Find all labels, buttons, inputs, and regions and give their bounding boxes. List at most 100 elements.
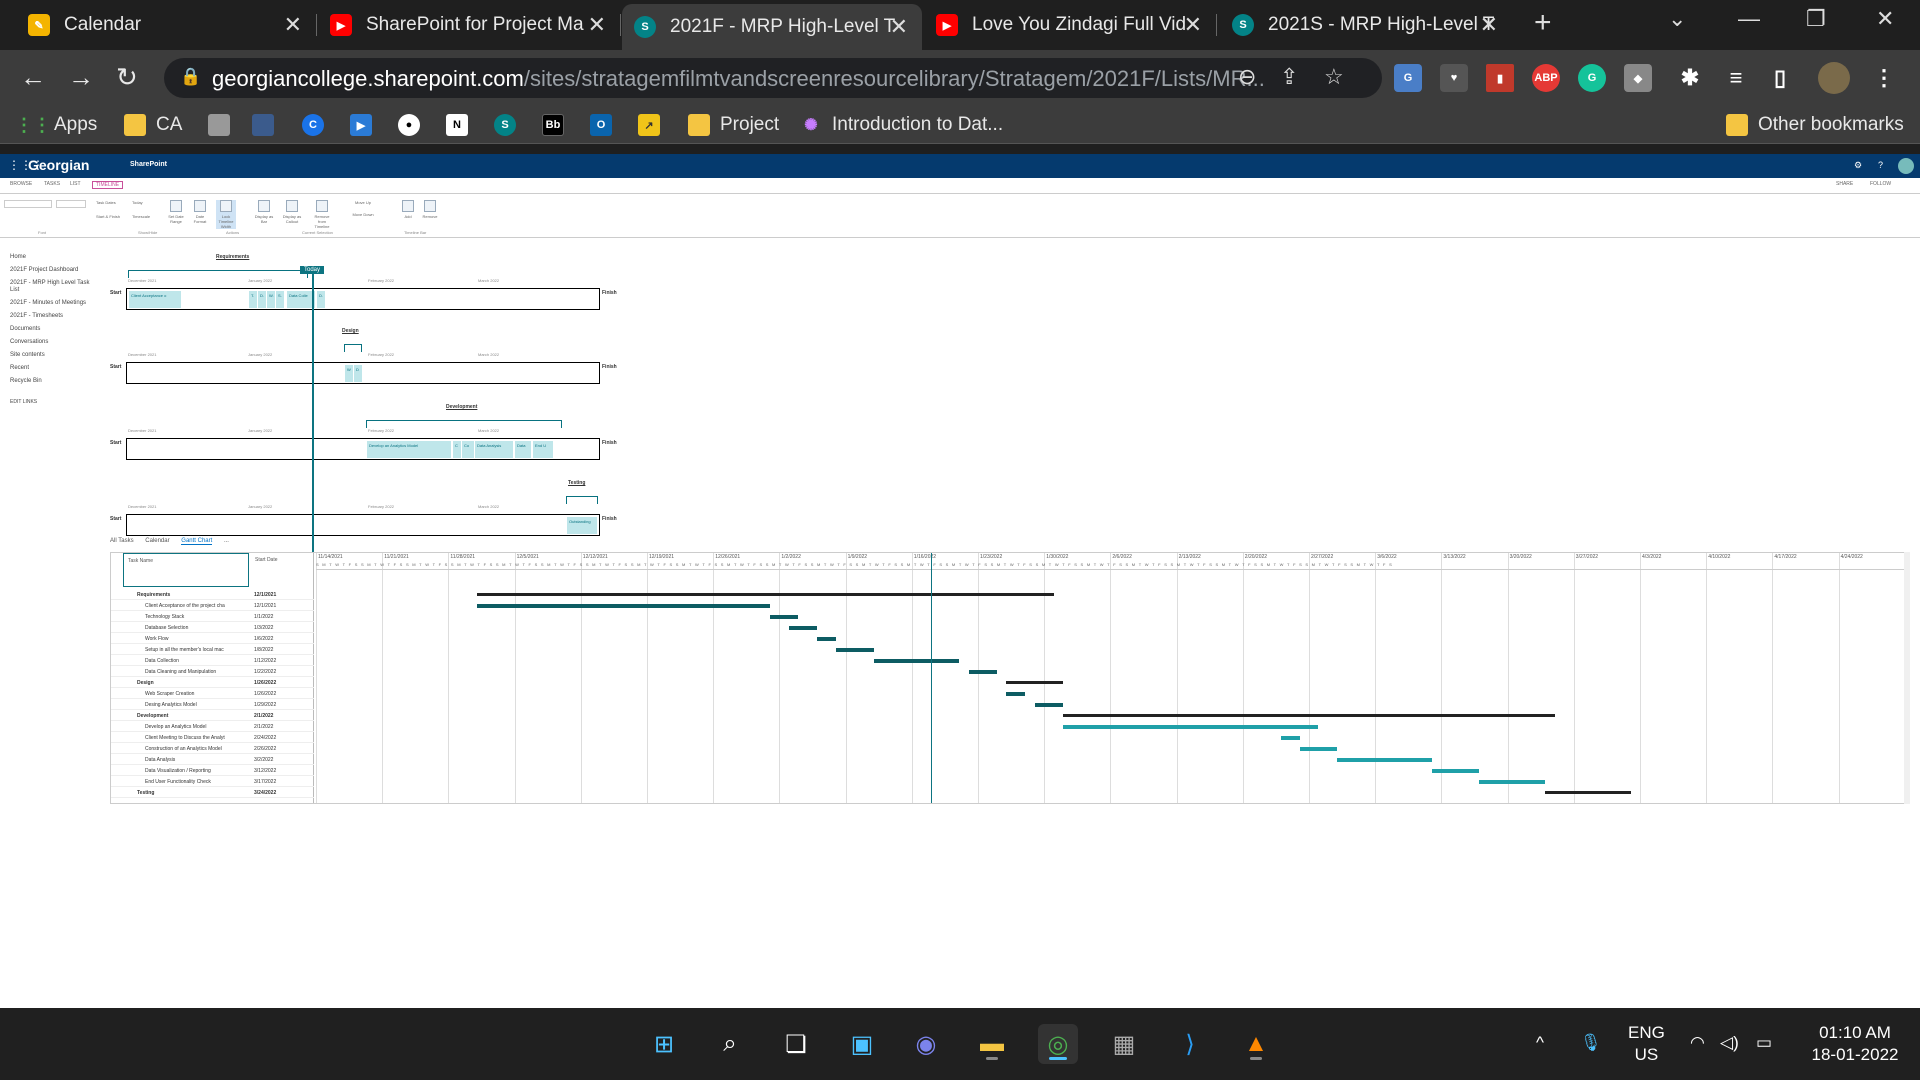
table-row[interactable]: Web Scraper Creation 1/26/2022 <box>111 688 314 699</box>
chat-icon[interactable]: ◉ <box>906 1024 946 1064</box>
nav-recent[interactable]: Recent <box>10 365 96 372</box>
bookmark-other[interactable]: Other bookmarks <box>1726 114 1904 136</box>
table-row[interactable]: Data Cleaning and Manipulation 1/22/2022 <box>111 666 314 677</box>
help-icon[interactable]: ? <box>1878 160 1883 170</box>
gantt-bar[interactable] <box>769 615 799 619</box>
view-calendar[interactable]: Calendar <box>145 538 169 544</box>
view-all-tasks[interactable]: All Tasks <box>110 538 134 544</box>
back-button[interactable]: ← <box>20 62 46 93</box>
wifi-icon[interactable]: ◠ <box>1690 1032 1705 1054</box>
timeline-block[interactable]: W <box>345 365 353 382</box>
battery-icon[interactable]: ▭ <box>1756 1032 1772 1054</box>
table-row[interactable]: Client Acceptance of the project cha 12/1… <box>111 600 314 611</box>
set-date-range-button[interactable]: Set Date Range <box>166 200 186 224</box>
remove-from-timeline-button[interactable]: Remove from Timeline <box>312 200 332 229</box>
close-icon[interactable]: ✕ <box>1480 12 1498 38</box>
edit-links[interactable]: EDIT LINKS <box>10 399 96 406</box>
follow-link[interactable]: FOLLOW <box>1870 181 1891 187</box>
bookmark-notebook[interactable] <box>208 114 240 136</box>
table-row[interactable]: Data Analysis 3/2/2022 <box>111 754 314 765</box>
display-as-callout-button[interactable]: Display as Callout <box>282 200 302 224</box>
close-icon[interactable]: ✕ <box>890 14 908 40</box>
lock-timeline-width-button[interactable]: Lock Timeline Width <box>216 200 236 229</box>
table-row[interactable]: Work Flow 1/6/2022 <box>111 633 314 644</box>
menu-icon[interactable]: ⋮ <box>1870 64 1898 92</box>
language-indicator[interactable]: ENG US <box>1628 1022 1665 1066</box>
table-row[interactable]: Data Collection 1/12/2022 <box>111 655 314 666</box>
bookmark-video[interactable]: ▶ <box>350 114 382 136</box>
gantt-bar[interactable] <box>1063 714 1555 717</box>
adblock-icon[interactable]: ABP <box>1532 64 1560 92</box>
translate-icon[interactable]: G <box>1394 64 1422 92</box>
minimize-button[interactable]: — <box>1738 6 1760 32</box>
tab-love-you-zindagi[interactable]: ▶ Love You Zindagi Full Vid ✕ <box>924 4 1217 46</box>
gantt-bar[interactable] <box>968 670 997 674</box>
show-hidden-icons[interactable]: ^ <box>1536 1032 1544 1054</box>
column-header-task-name[interactable]: Task Name <box>123 553 249 587</box>
bookmark-notion[interactable]: N <box>446 114 478 136</box>
table-row[interactable]: Develop an Analytics Model 2/1/2022 <box>111 721 314 732</box>
gantt-bar[interactable] <box>1431 769 1480 773</box>
gantt-bar[interactable] <box>476 604 770 608</box>
table-row[interactable]: Construction of an Analytics Model 2/26/2… <box>111 743 314 754</box>
file-explorer-icon[interactable]: ▬ <box>972 1024 1012 1064</box>
tab-search-icon[interactable]: ⌄ <box>1668 6 1686 32</box>
display-as-bar-button[interactable]: Display as Bar <box>254 200 274 224</box>
side-panel-icon[interactable]: ▯ <box>1766 64 1794 92</box>
timeline-block[interactable]: Outstanding <box>567 517 597 534</box>
gantt-bar[interactable] <box>1034 703 1064 707</box>
timeline-block[interactable]: Data Analysis <box>475 441 513 458</box>
restore-button[interactable]: ❐ <box>1806 6 1826 32</box>
add-button[interactable]: Add <box>398 200 418 219</box>
avatar[interactable] <box>1818 62 1850 94</box>
address-bar[interactable]: 🔒 georgiancollege.sharepoint.com/sites/s… <box>164 58 1382 98</box>
forward-button[interactable]: → <box>68 62 94 93</box>
vscode-icon[interactable]: ⟩ <box>1170 1024 1210 1064</box>
gantt-bar[interactable] <box>476 593 1054 596</box>
gantt-bar[interactable] <box>1280 736 1300 740</box>
clock[interactable]: 01:10 AM 18-01-2022 <box>1800 1022 1910 1066</box>
font-select[interactable] <box>4 200 52 208</box>
close-icon[interactable]: ✕ <box>1184 12 1202 38</box>
table-row[interactable]: Client Meeting to Discuss the Analyt 2/24… <box>111 732 314 743</box>
tab-tasks[interactable]: TASKS <box>44 181 60 187</box>
nav-documents[interactable]: Documents <box>10 326 96 333</box>
tab-list[interactable]: LIST <box>70 181 81 187</box>
timeline-block[interactable]: D. <box>317 291 325 308</box>
tab-2021s-mrp[interactable]: S 2021S - MRP High-Level T ✕ <box>1220 4 1512 46</box>
chrome-icon[interactable]: ◎ <box>1038 1024 1078 1064</box>
view-more[interactable]: ... <box>224 538 229 544</box>
tab-2021f-mrp[interactable]: S 2021F - MRP High-Level T ✕ <box>622 4 922 50</box>
vertical-scrollbar[interactable] <box>1904 552 1910 804</box>
bookmark-chart[interactable]: ↗ <box>638 114 670 136</box>
tab-browse[interactable]: BROWSE <box>10 181 32 187</box>
nav-recycle-bin[interactable]: Recycle Bin <box>10 378 96 385</box>
microphone-icon[interactable]: 🎙 <box>1580 1032 1602 1054</box>
tab-timeline[interactable]: TIMELINE <box>92 181 124 189</box>
calculator-icon[interactable]: ▦ <box>1104 1024 1144 1064</box>
timeline-block[interactable]: Co <box>462 441 474 458</box>
gantt-bar[interactable] <box>817 637 837 641</box>
gantt-bar[interactable] <box>788 626 818 630</box>
timeline-block[interactable]: T. <box>249 291 257 308</box>
today-checkbox[interactable]: Today <box>132 200 156 205</box>
vlc-icon[interactable]: ▲ <box>1236 1024 1276 1064</box>
table-row[interactable]: Design 1/26/2022 <box>111 677 314 688</box>
table-row[interactable]: Development 2/1/2022 <box>111 710 314 721</box>
timeline-block[interactable]: Develop an Analytics Model <box>367 441 451 458</box>
gantt-bar[interactable] <box>1545 791 1631 794</box>
phase-title[interactable]: Development <box>446 404 477 410</box>
new-tab-button[interactable]: + <box>1534 6 1552 40</box>
bookmark-intro[interactable]: ✺ Introduction to Dat... <box>800 114 1003 136</box>
table-row[interactable]: Database Selection 1/3/2022 <box>111 622 314 633</box>
start-icon[interactable]: ⊞ <box>644 1024 684 1064</box>
bookmark-apps[interactable]: ⋮⋮ Apps <box>15 114 97 136</box>
timeline-block[interactable]: Data Colle <box>287 291 315 308</box>
table-row[interactable]: Requirements 12/1/2021 <box>111 589 314 600</box>
gantt-bar[interactable] <box>1063 725 1319 729</box>
gantt-bar[interactable] <box>1337 758 1432 762</box>
share-link[interactable]: SHARE <box>1836 181 1853 187</box>
shield-icon[interactable]: ◆ <box>1624 64 1652 92</box>
share-icon[interactable]: ⇪ <box>1280 64 1298 90</box>
remove-button[interactable]: Remove <box>420 200 440 219</box>
